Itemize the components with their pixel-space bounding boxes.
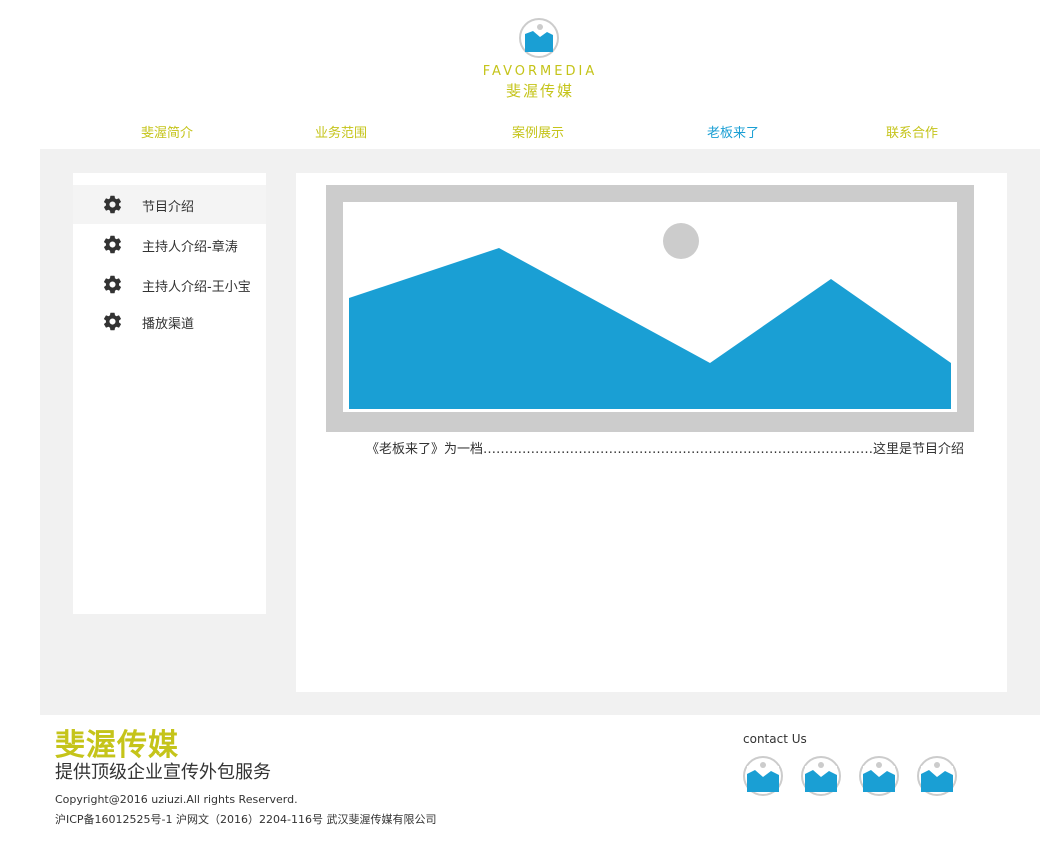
program-description: 《老板来了》为一档………………………………………………………………………………这… <box>366 442 965 457</box>
sidebar-item-host-wangxiaobao[interactable]: 主持人介绍-王小宝 <box>73 265 266 304</box>
social-icon-4[interactable] <box>917 756 957 796</box>
nav-item-about[interactable]: 斐渥简介 <box>141 122 193 141</box>
sidebar-item-label: 节目介绍 <box>142 200 195 215</box>
logo-icon <box>519 18 559 58</box>
sidebar-item-channels[interactable]: 播放渠道 <box>73 302 266 341</box>
nav-item-services[interactable]: 业务范围 <box>315 122 367 141</box>
sidebar-item-label: 播放渠道 <box>142 317 195 332</box>
gear-icon <box>103 235 122 254</box>
footer-icp: 沪ICP备16012525号-1 沪网文（2016）2204-116号 武汉斐渥… <box>55 813 437 826</box>
social-icon-3[interactable] <box>859 756 899 796</box>
sidebar-item-label: 主持人介绍-章涛 <box>142 240 238 255</box>
sidebar-item-host-zhangtao[interactable]: 主持人介绍-章涛 <box>73 225 266 264</box>
contact-label: contact Us <box>743 732 807 746</box>
social-icon-2[interactable] <box>801 756 841 796</box>
brand-name-en: FAVORMEDIA <box>482 64 598 79</box>
brand-name-cn: 斐渥传媒 <box>505 82 574 100</box>
gear-icon <box>103 312 122 331</box>
nav-item-boss-show[interactable]: 老板来了 <box>707 122 759 141</box>
footer-slogan: 提供顶级企业宣传外包服务 <box>55 762 271 783</box>
gear-icon <box>103 275 122 294</box>
nav-item-contact[interactable]: 联系合作 <box>886 122 938 141</box>
hero-image-placeholder <box>326 185 974 432</box>
social-icon-1[interactable] <box>743 756 783 796</box>
sidebar-item-program-intro[interactable]: 节目介绍 <box>73 185 266 224</box>
nav-item-cases[interactable]: 案例展示 <box>512 122 564 141</box>
sidebar-item-label: 主持人介绍-王小宝 <box>142 280 251 295</box>
gear-icon <box>103 195 122 214</box>
footer-copyright: Copyright@2016 uziuzi.All rights Reserve… <box>55 793 298 806</box>
sidebar: 节目介绍 主持人介绍-章涛 主持人介绍-王小宝 播放渠道 <box>73 173 266 614</box>
